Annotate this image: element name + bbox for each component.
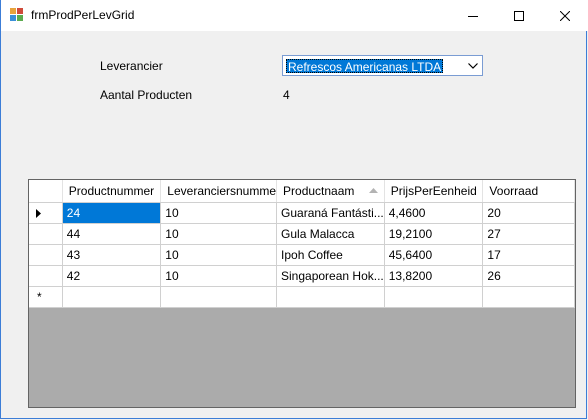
grid-cell[interactable]: Singaporean Hok...	[276, 265, 385, 287]
maximize-icon	[514, 10, 524, 21]
grid-cell[interactable]	[160, 286, 278, 308]
new-row-marker: *	[37, 289, 42, 304]
grid-cell[interactable]: 42	[62, 265, 162, 287]
supplier-label: Leverancier	[100, 59, 163, 73]
sort-ascending-icon	[368, 188, 378, 193]
product-count-label: Aantal Producten	[100, 88, 193, 102]
row-header[interactable]	[29, 202, 63, 224]
grid-cell[interactable]: 4,4600	[384, 202, 484, 224]
column-header-label: Leveranciersnumme	[167, 183, 277, 198]
column-header-label: Productnummer	[68, 183, 155, 198]
row-header[interactable]	[29, 223, 63, 245]
supplier-selected-value: Refrescos Americanas LTDA	[286, 59, 444, 74]
row-header[interactable]	[29, 244, 63, 266]
grid-cell[interactable]: 44	[62, 223, 162, 245]
minimize-button[interactable]	[450, 0, 496, 31]
grid-cell[interactable]: 17	[482, 244, 575, 266]
column-header-label: Voorraad	[489, 183, 539, 198]
grid-corner-cell[interactable]	[29, 180, 63, 203]
grid-cell[interactable]	[482, 286, 575, 308]
app-window: frmProdPerLevGrid Leverancier Refrescos …	[0, 0, 588, 419]
grid-cell[interactable]: 45,6400	[384, 244, 484, 266]
grid-cell[interactable]: 43	[62, 244, 162, 266]
grid-cell[interactable]	[62, 286, 162, 308]
title-bar[interactable]: frmProdPerLevGrid	[1, 0, 588, 31]
column-header-productnummer[interactable]: Productnummer	[62, 180, 162, 203]
table-row[interactable]: 24 10 Guaraná Fantásti... 4,4600 20	[29, 202, 575, 224]
table-row[interactable]: 44 10 Gula Malacca 19,2100 27	[29, 223, 575, 245]
current-row-arrow-icon	[36, 208, 41, 218]
table-row[interactable]: 42 10 Singaporean Hok... 13,8200 26	[29, 265, 575, 287]
grid-cell[interactable]: Ipoh Coffee	[276, 244, 385, 266]
grid-cell[interactable]: 27	[482, 223, 575, 245]
minimize-icon	[468, 15, 478, 17]
grid-cell[interactable]: 24	[62, 202, 162, 224]
window-title: frmProdPerLevGrid	[31, 8, 135, 22]
table-row[interactable]: 43 10 Ipoh Coffee 45,6400 17	[29, 244, 575, 266]
grid-cell[interactable]	[384, 286, 484, 308]
grid-cell[interactable]: 26	[482, 265, 575, 287]
grid-cell[interactable]: 19,2100	[384, 223, 484, 245]
grid-cell[interactable]: Guaraná Fantásti...	[276, 202, 385, 224]
grid-cell[interactable]: 10	[160, 244, 278, 266]
row-header[interactable]	[29, 265, 63, 287]
maximize-button[interactable]	[496, 0, 542, 31]
grid-cell[interactable]: Gula Malacca	[276, 223, 385, 245]
grid-cell[interactable]: 20	[482, 202, 575, 224]
column-header-prijsperenheid[interactable]: PrijsPerEenheid	[384, 180, 484, 203]
products-datagrid[interactable]: Productnummer Leveranciersnumme Productn…	[28, 179, 576, 408]
grid-header-row: Productnummer Leveranciersnumme Productn…	[29, 180, 575, 203]
close-icon	[560, 10, 570, 21]
supplier-combobox[interactable]: Refrescos Americanas LTDA	[282, 55, 483, 76]
grid-cell[interactable]: 10	[160, 223, 278, 245]
grid-cell[interactable]: 10	[160, 202, 278, 224]
grid-cell[interactable]	[276, 286, 385, 308]
winforms-app-icon[interactable]	[10, 8, 24, 22]
grid-table: Productnummer Leveranciersnumme Productn…	[29, 180, 575, 308]
product-count-value: 4	[283, 88, 290, 102]
row-header[interactable]: *	[29, 286, 63, 308]
grid-cell[interactable]: 13,8200	[384, 265, 484, 287]
grid-cell[interactable]: 10	[160, 265, 278, 287]
column-header-label: Productnaam	[283, 183, 355, 198]
close-button[interactable]	[542, 0, 588, 31]
column-header-label: PrijsPerEenheid	[390, 183, 477, 198]
column-header-productnaam[interactable]: Productnaam	[276, 180, 385, 203]
column-header-voorraad[interactable]: Voorraad	[482, 180, 575, 203]
chevron-down-icon[interactable]	[465, 58, 480, 73]
column-header-leveranciersnummer[interactable]: Leveranciersnumme	[160, 180, 278, 203]
new-row[interactable]: *	[29, 286, 575, 308]
